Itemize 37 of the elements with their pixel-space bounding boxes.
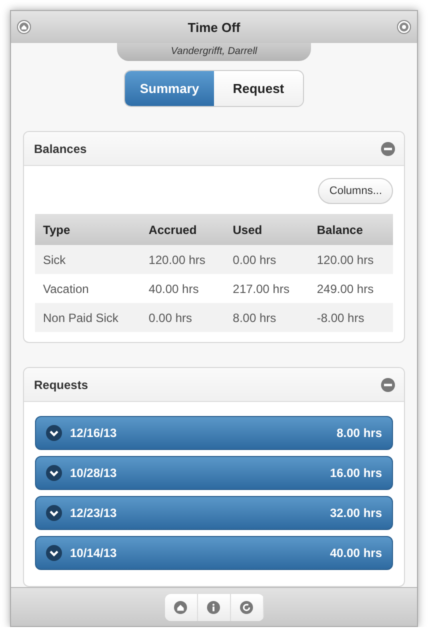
request-row[interactable]: 10/14/13 40.00 hrs	[35, 536, 393, 570]
table-cell: 0.00 hrs	[140, 303, 225, 332]
table-cell: Sick	[35, 245, 141, 274]
table-cell: 249.00 hrs	[308, 274, 393, 303]
table-cell: Vacation	[35, 274, 141, 303]
column-header: Type	[35, 214, 141, 245]
request-row[interactable]: 12/16/13 8.00 hrs	[35, 416, 393, 450]
request-row[interactable]: 10/28/13 16.00 hrs	[35, 456, 393, 490]
columns-button[interactable]: Columns...	[318, 178, 393, 204]
table-cell: 8.00 hrs	[224, 303, 309, 332]
column-header: Accrued	[140, 214, 225, 245]
table-cell: 40.00 hrs	[140, 274, 225, 303]
table-cell: Non Paid Sick	[35, 303, 141, 332]
table-cell: 120.00 hrs	[140, 245, 225, 274]
table-cell: 0.00 hrs	[224, 245, 309, 274]
table-cell: -8.00 hrs	[308, 303, 393, 332]
collapse-icon[interactable]	[381, 142, 395, 156]
home-icon	[174, 600, 187, 614]
collapse-icon[interactable]	[381, 378, 395, 392]
column-header: Balance	[308, 214, 393, 245]
tab[interactable]: Summary	[125, 71, 214, 106]
refresh-icon	[240, 600, 253, 614]
info-button[interactable]	[198, 594, 230, 620]
card-title: Requests	[34, 378, 88, 392]
home-button[interactable]	[164, 594, 198, 620]
circle-dot-icon[interactable]	[397, 20, 411, 34]
request-row[interactable]: 12/23/13 32.00 hrs	[35, 496, 393, 530]
table-cell: 217.00 hrs	[224, 274, 309, 303]
column-header: Used	[224, 214, 309, 245]
home-icon[interactable]	[17, 20, 31, 34]
page-title: Time Off	[188, 20, 240, 34]
table-cell: 120.00 hrs	[308, 245, 393, 274]
card-title: Balances	[34, 142, 87, 156]
refresh-button[interactable]	[230, 594, 264, 620]
employee-name: Vandergrifft, Darrell	[117, 41, 311, 61]
tab[interactable]: Request	[214, 71, 303, 106]
info-icon	[207, 600, 220, 614]
